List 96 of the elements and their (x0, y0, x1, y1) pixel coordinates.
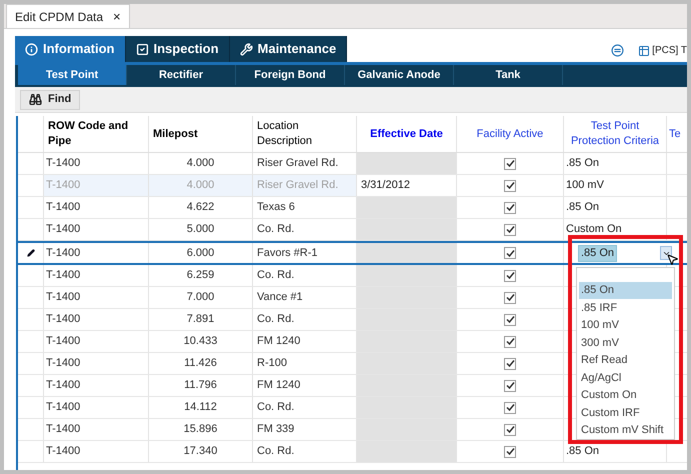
table-cell-text: 11.796 (184, 378, 217, 394)
table-cell-text: 7.891 (186, 312, 214, 328)
table-cell-text: 6.000 (186, 246, 214, 261)
table-cell-text: Co. Rd. (257, 268, 294, 284)
table-cell-text: T-1400 (46, 200, 80, 216)
table-cell-text: 4.000 (186, 156, 214, 172)
table-cell-text: T-1400 (46, 378, 80, 394)
checkbox[interactable] (504, 270, 516, 282)
table-cell-text: 11.426 (184, 356, 217, 372)
find-button[interactable]: Find (20, 90, 80, 110)
table-cell-text: T-1400 (46, 334, 80, 350)
main-tab[interactable]: Information (15, 36, 126, 62)
table-cell-text: 4.000 (186, 178, 214, 194)
table-cell-text: FM 1240 (257, 334, 300, 350)
table-cell-text: Co. Rd. (257, 222, 294, 238)
checkbox[interactable] (504, 158, 516, 170)
checkbox[interactable] (504, 358, 516, 370)
document-tab-title: Edit CPDM Data (15, 8, 104, 26)
main-tab[interactable]: Inspection (126, 36, 230, 62)
table-cell-text: 4.622 (186, 200, 214, 216)
dropdown-option[interactable]: Custom On (579, 386, 672, 404)
checkbox[interactable] (504, 446, 516, 458)
dropdown-option[interactable]: Custom IRF (579, 404, 672, 422)
column-header[interactable]: Te (669, 126, 681, 142)
checkbox[interactable] (504, 202, 516, 214)
table-cell-text: Favors #R-1 (257, 246, 318, 261)
dropdown-option[interactable]: Ag/AgCl (579, 369, 672, 387)
checkbox-icon (136, 42, 148, 56)
table-cell-text: .85 On (566, 156, 600, 172)
table-cell-text: 15.896 (184, 422, 218, 438)
table-cell-text: T-1400 (46, 178, 80, 194)
table-cell-text: T-1400 (46, 400, 80, 416)
column-header[interactable]: Location Description (257, 119, 352, 149)
table-cell-text: 14.112 (184, 400, 217, 416)
table-cell-text: Co. Rd. (257, 312, 294, 328)
checkbox[interactable] (504, 336, 516, 348)
wrench-icon (240, 42, 253, 56)
table-cell-text: 10.433 (184, 334, 218, 350)
column-header[interactable]: Test Point Protection Criteria (568, 119, 662, 149)
table-cell-text: T-1400 (46, 290, 80, 306)
dropdown-arrow-button[interactable] (660, 246, 672, 260)
table-cell-text: Custom On (566, 222, 622, 238)
checkbox[interactable] (504, 247, 516, 259)
table-cell-text: T-1400 (46, 156, 80, 172)
column-header[interactable]: Milepost (153, 126, 198, 142)
dropdown-option[interactable]: .85 On (579, 282, 672, 300)
column-header[interactable]: ROW Code and Pipe (48, 119, 144, 149)
table-cell-text: 100 mV (566, 178, 604, 194)
table-cell-text: Riser Gravel Rd. (257, 178, 338, 194)
table-cell-text: Riser Gravel Rd. (257, 156, 338, 172)
table-cell-text: Texas 6 (257, 200, 295, 216)
table-cell-text: 7.000 (186, 290, 214, 306)
table-view-button[interactable]: [PCS] T (638, 43, 687, 58)
cursor-icon (666, 253, 679, 266)
table-cell-text: R-100 (257, 356, 287, 372)
table-cell-text: 17.340 (184, 444, 218, 460)
table-cell-text: T-1400 (46, 444, 80, 460)
table-cell-text: T-1400 (46, 246, 80, 261)
table-cell-text: T-1400 (46, 268, 80, 284)
table-cell-text: T-1400 (46, 312, 80, 328)
main-tab[interactable]: Maintenance (230, 36, 348, 62)
checkbox[interactable] (504, 380, 516, 392)
binoculars-icon (29, 93, 42, 106)
checkbox[interactable] (504, 292, 516, 304)
table-cell-text: Co. Rd. (257, 444, 294, 460)
dropdown-option[interactable]: Custom mV Shift (579, 422, 672, 439)
column-header[interactable]: Effective Date (370, 126, 443, 142)
info-icon (25, 42, 38, 56)
table-cell-text: Co. Rd. (257, 400, 294, 416)
table-icon (638, 44, 650, 56)
checkbox[interactable] (504, 180, 516, 192)
close-button[interactable]: × (113, 6, 121, 26)
table-cell-text: FM 1240 (257, 378, 300, 394)
table-cell-text: 6.259 (186, 268, 214, 284)
dropdown-option[interactable]: Ref Read (579, 352, 672, 370)
sub-tab[interactable]: Test Point (18, 65, 127, 85)
table-cell-text: T-1400 (46, 422, 80, 438)
menu-icon[interactable] (611, 44, 624, 57)
checkbox[interactable] (504, 314, 516, 326)
table-cell-text: .85 On (566, 200, 600, 216)
table-cell-text: T-1400 (46, 356, 80, 372)
dropdown-option[interactable]: .85 IRF (579, 299, 672, 317)
table-cell-text: 3/31/2012 (361, 178, 410, 194)
checkbox[interactable] (504, 402, 516, 414)
dropdown-value: .85 On (578, 244, 618, 262)
dropdown-option[interactable]: 100 mV (579, 316, 672, 334)
table-cell-text: .85 On (566, 444, 600, 460)
dropdown-option[interactable]: 300 mV (579, 334, 672, 352)
checkbox[interactable] (504, 424, 516, 436)
column-header[interactable]: Facility Active (476, 126, 544, 142)
checkbox[interactable] (504, 224, 516, 236)
table-cell-text: T-1400 (46, 222, 80, 238)
table-cell-text: 5.000 (186, 222, 214, 238)
table-cell-text: Vance #1 (257, 290, 303, 306)
document-tab[interactable]: Edit CPDM Data × (6, 4, 130, 28)
table-cell-text: FM 339 (257, 422, 294, 438)
